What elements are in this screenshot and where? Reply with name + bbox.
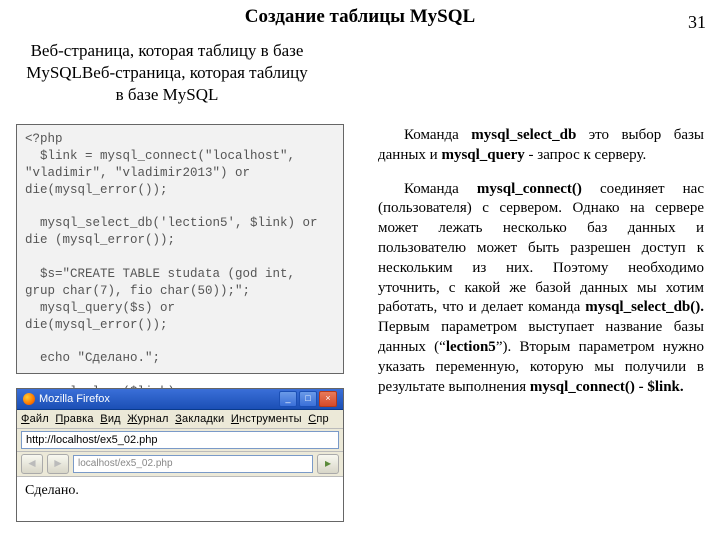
window-buttons: _ □ × [279, 391, 337, 407]
url-field-main: http://localhost/ex5_02.php [21, 431, 339, 449]
subtitle: Веб-страница, которая таблицу в базе MyS… [22, 40, 312, 106]
browser-titlebar: Mozilla Firefox _ □ × [17, 389, 343, 410]
browser-nav-toolbar: ◄ ► localhost/ex5_02.php ▸ [17, 452, 343, 477]
maximize-icon: □ [299, 391, 317, 407]
minimize-icon: _ [279, 391, 297, 407]
url-field-small: localhost/ex5_02.php [73, 455, 313, 473]
browser-screenshot: Mozilla Firefox _ □ × Файл Правка Вид Жу… [16, 388, 344, 522]
go-icon: ▸ [317, 454, 339, 474]
page-number: 31 [688, 12, 706, 33]
paragraph-2: Команда mysql_connect() соединяет нас (п… [378, 180, 704, 398]
page-title: Создание таблицы MySQL [0, 6, 720, 28]
forward-icon: ► [47, 454, 69, 474]
paragraph-1: Команда mysql_select_db это выбор базы д… [378, 126, 704, 166]
close-icon: × [319, 391, 337, 407]
firefox-icon [23, 393, 35, 405]
browser-content: Сделано. [17, 477, 343, 505]
browser-window-title: Mozilla Firefox [39, 389, 110, 409]
browser-urlbar-row: http://localhost/ex5_02.php [17, 429, 343, 452]
back-icon: ◄ [21, 454, 43, 474]
code-listing: <?php $link = mysql_connect("localhost",… [16, 124, 344, 374]
explanatory-text: Команда mysql_select_db это выбор базы д… [378, 126, 704, 397]
browser-menubar: Файл Правка Вид Журнал Закладки Инструме… [17, 410, 343, 429]
